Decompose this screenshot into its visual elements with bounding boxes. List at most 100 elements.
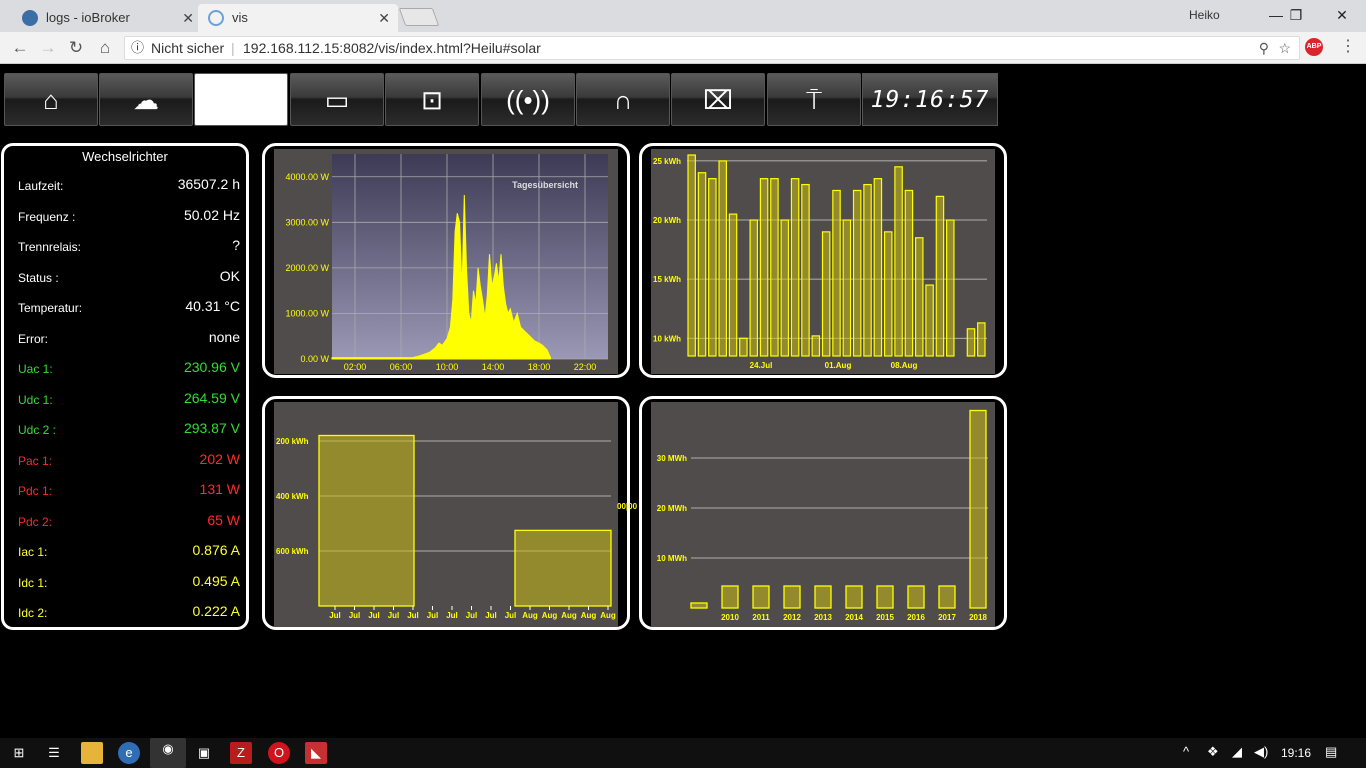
ie-icon[interactable]: e: [118, 742, 140, 764]
inverter-row-value: 131 W: [199, 481, 240, 497]
bar: [783, 585, 801, 609]
restore-button[interactable]: ❐: [1276, 2, 1316, 28]
bar: [770, 178, 779, 357]
adblock-icon[interactable]: ABP: [1305, 38, 1323, 56]
bookmark-star-icon[interactable]: ☆: [1278, 37, 1291, 59]
close-tab-icon[interactable]: ✕: [182, 4, 194, 32]
inverter-row-value: 40.31 °C: [185, 298, 240, 314]
new-tab-button[interactable]: [398, 8, 440, 26]
y-tick-label: 15 kWh: [653, 275, 681, 284]
inverter-row-label: Laufzeit:: [18, 179, 64, 193]
taskbar: ⊞ ☰ e ◉ ▣ Z O ◣ ^ ❖ ◢ ◀) 19:16 ▤: [0, 738, 1366, 768]
nav-calendar-icon[interactable]: ▭: [290, 73, 384, 126]
y-tick-label: 1000.00 W: [285, 308, 329, 318]
inverter-row-label: Uac 1:: [18, 362, 53, 376]
inverter-row-value: 293.87 V: [183, 420, 240, 436]
x-tick-label: Jul: [505, 611, 517, 620]
info-icon[interactable]: ⓘ: [131, 37, 144, 59]
inverter-row-label: Pdc 1:: [18, 484, 53, 498]
bar: [977, 322, 986, 357]
x-tick-label: 2010: [721, 613, 739, 622]
nav-house-icon[interactable]: ⌂: [4, 73, 98, 126]
url-text[interactable]: 192.168.112.15:8082/vis/index.html?Heilu…: [243, 37, 541, 59]
task-view-icon[interactable]: ☰: [43, 742, 65, 764]
dropbox-icon[interactable]: ❖: [1207, 744, 1219, 760]
nav-weather-icon[interactable]: ☁: [99, 73, 193, 126]
bar: [739, 337, 748, 357]
app-icon[interactable]: ◣: [305, 742, 327, 764]
security-label: Nicht sicher: [151, 40, 225, 56]
back-icon[interactable]: ←: [8, 36, 32, 60]
explorer-icon[interactable]: [81, 742, 103, 764]
forward-icon[interactable]: →: [36, 36, 60, 60]
bar: [863, 183, 872, 357]
bar: [697, 172, 707, 357]
tab-iobroker-logs[interactable]: logs - ioBroker ✕: [12, 4, 202, 32]
chrome-icon[interactable]: ◉: [150, 738, 186, 768]
y-tick-label: 20 kWh: [653, 216, 681, 225]
nav-headphones-icon[interactable]: ∩: [576, 73, 670, 126]
inverter-row: Pdc 1: 131 W: [18, 481, 240, 501]
wifi-icon[interactable]: ◢: [1232, 744, 1242, 760]
y-tick-label: 4000.00 W: [285, 172, 329, 182]
x-tick-label: Aug: [542, 611, 558, 620]
inverter-row: Idc 2: 0.222 A: [18, 603, 240, 623]
notifications-icon[interactable]: ▤: [1325, 744, 1337, 760]
nav-lamp-icon[interactable]: ⍑: [767, 73, 861, 126]
tab-vis[interactable]: vis ✕: [198, 4, 398, 32]
inverter-panel: Wechselrichter Laufzeit: 36507.2 h Frequen…: [1, 143, 249, 630]
bar: [811, 335, 821, 357]
reload-icon[interactable]: ↻: [64, 36, 88, 60]
inverter-row-value: 264.59 V: [183, 389, 240, 406]
url-input[interactable]: ⓘ Nicht sicher | 192.168.112.15:8082/vis…: [124, 36, 1300, 60]
inverter-row: Trennrelais:?: [18, 237, 240, 257]
bar: [842, 219, 852, 357]
x-tick-label: 10:00: [436, 362, 459, 372]
nav-antenna-icon[interactable]: ((•)): [481, 73, 575, 126]
putty-icon[interactable]: ▣: [193, 742, 215, 764]
volume-icon[interactable]: ◀): [1254, 744, 1268, 760]
x-tick-label: 01.Aug: [825, 361, 852, 370]
x-tick-label: Jul: [446, 611, 458, 620]
bar: [894, 166, 903, 357]
bar: [883, 231, 893, 357]
x-tick-label: Aug: [600, 611, 616, 620]
total-chart-frame: 10 MWh 20 MWh 30 MWh 2010 2011 2012 2013 2014 20…: [639, 396, 1007, 630]
daily-energy-chart: 10 kWh 15 kWh 20 kWh 25 kWh 24.Jul 01.Aug 08.A…: [651, 149, 995, 374]
inverter-row-value: 36507.2 h: [177, 176, 240, 192]
profile-name[interactable]: Heiko: [1189, 8, 1220, 22]
taskbar-time: 19:16: [1281, 746, 1312, 760]
bar: [925, 284, 934, 357]
close-tab-icon[interactable]: ✕: [378, 4, 390, 32]
inverter-row-label: Idc 2:: [18, 606, 48, 620]
nav-solar-tab[interactable]: [194, 73, 288, 126]
bar: [935, 195, 945, 357]
tray-expand-icon[interactable]: ^: [1183, 744, 1189, 759]
close-window-button[interactable]: ✕: [1322, 2, 1362, 28]
y-tick-label: 600 kWh: [276, 547, 309, 556]
x-tick-label: Jul: [388, 611, 400, 620]
bar: [876, 585, 894, 609]
inverter-row-label: Udc 1:: [18, 392, 53, 407]
inverter-row-label: Status :: [18, 270, 59, 285]
opera-icon[interactable]: O: [268, 742, 290, 764]
address-bar: ← → ↻ ⌂ ⓘ Nicht sicher | 192.168.112.15:…: [0, 32, 1366, 64]
x-tick-label: 24.Jul: [750, 361, 773, 370]
nav-socket-icon[interactable]: ⊡: [385, 73, 479, 126]
menu-icon[interactable]: ⋮: [1340, 36, 1356, 56]
bar: [852, 189, 862, 357]
iobroker-icon: [22, 10, 38, 26]
filezilla-icon[interactable]: Z: [230, 742, 252, 764]
inverter-row-label: Udc 2 :: [18, 423, 57, 437]
x-tick-label: Jul: [349, 611, 361, 620]
windows-icon[interactable]: ⊞: [8, 742, 30, 764]
bar: [759, 178, 769, 357]
x-tick-label: Aug: [561, 611, 577, 620]
zoom-icon[interactable]: ⚲: [1259, 37, 1269, 59]
vis-icon: [208, 10, 224, 26]
home-icon[interactable]: ⌂: [93, 36, 117, 60]
x-tick-label: 2011: [752, 613, 770, 622]
bar: [914, 237, 924, 357]
y-tick-label: 20 MWh: [657, 504, 687, 513]
nav-camera-icon[interactable]: ⌧: [671, 73, 765, 126]
